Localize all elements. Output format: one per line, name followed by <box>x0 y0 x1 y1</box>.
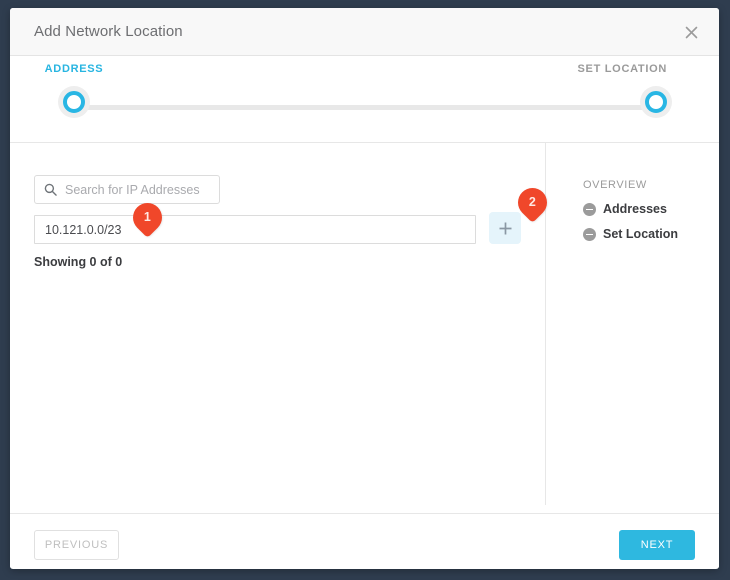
callout-badge-2-number: 2 <box>529 195 536 210</box>
stepper-step-address-dot <box>58 86 90 118</box>
stepper-step-address-label: ADDRESS <box>44 63 104 75</box>
dialog-footer: PREVIOUS NEXT <box>10 513 719 568</box>
next-button[interactable]: NEXT <box>619 530 695 560</box>
overview-panel: OVERVIEW Addresses Set Location <box>546 143 719 513</box>
stepper-step-set-location-dot <box>640 86 672 118</box>
add-network-location-dialog: Add Network Location ADDRESS SET LOCATIO… <box>10 8 719 569</box>
plus-icon <box>499 222 511 234</box>
showing-count-text: Showing 0 of 0 <box>34 255 123 269</box>
overview-item-addresses[interactable]: Addresses <box>583 202 667 216</box>
close-icon[interactable] <box>679 20 703 44</box>
add-address-button[interactable] <box>489 212 521 244</box>
dialog-title: Add Network Location <box>34 23 183 40</box>
ip-entry-row <box>34 212 521 244</box>
wizard-stepper: ADDRESS SET LOCATION <box>10 56 719 143</box>
search-input[interactable] <box>65 182 213 197</box>
previous-button[interactable]: PREVIOUS <box>34 530 119 560</box>
overview-title: OVERVIEW <box>583 179 647 191</box>
dialog-header: Add Network Location <box>10 8 719 56</box>
stepper-step-set-location-label: SET LOCATION <box>577 63 667 75</box>
circle-minus-icon <box>583 227 596 241</box>
overview-item-label: Addresses <box>603 202 667 216</box>
overview-item-label: Set Location <box>603 227 679 241</box>
stepper-connector-line <box>82 105 647 110</box>
address-panel: Showing 0 of 0 <box>10 143 545 513</box>
search-box[interactable] <box>34 175 220 204</box>
ip-address-input[interactable] <box>34 215 476 244</box>
circle-minus-icon <box>583 202 596 216</box>
callout-badge-1-number: 1 <box>144 210 151 225</box>
search-icon <box>35 183 65 196</box>
overview-item-set-location[interactable]: Set Location <box>583 227 678 241</box>
dialog-body: Showing 0 of 0 OVERVIEW Addresses Set Lo… <box>10 143 719 513</box>
